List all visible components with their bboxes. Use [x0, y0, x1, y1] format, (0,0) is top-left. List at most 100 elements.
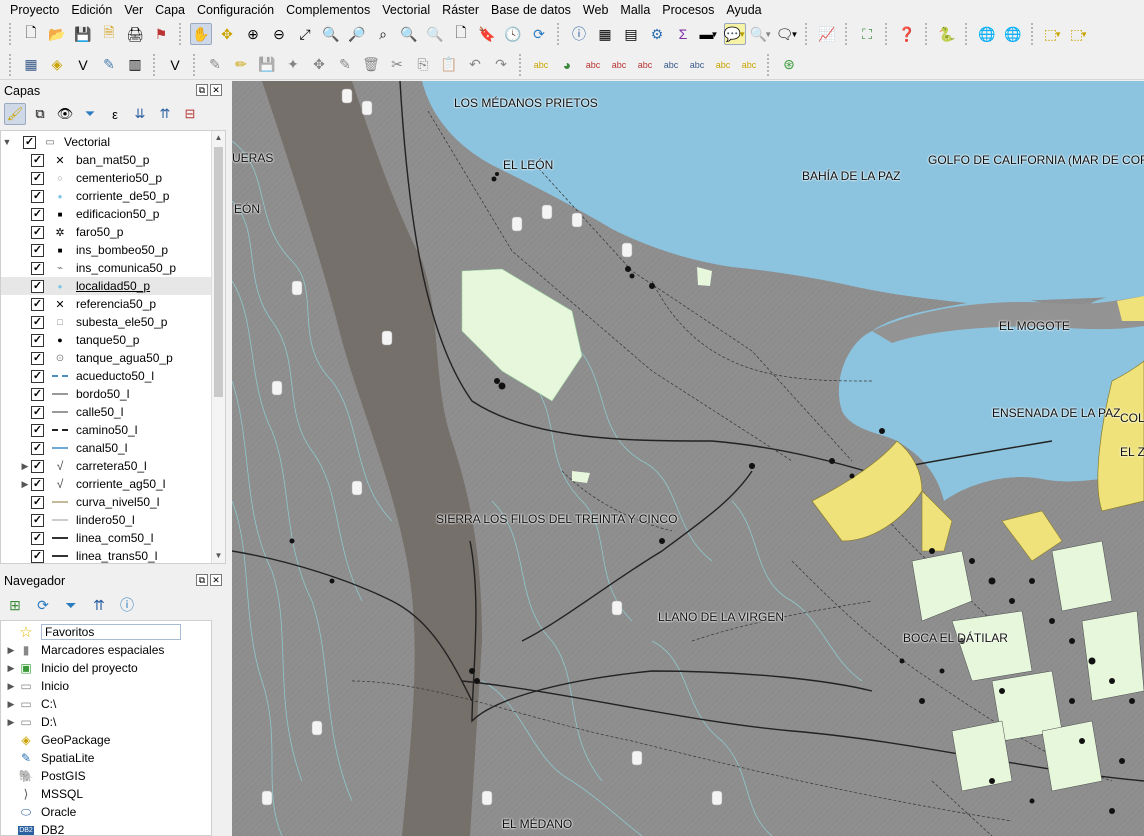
layer-row-lindero50_l[interactable]: ✓ lindero50_l	[1, 511, 213, 529]
select-features-icon[interactable]: 🔍 ▼	[750, 23, 772, 45]
layer-row-localidad50_p[interactable]: ✓ ● localidad50_p	[1, 277, 213, 295]
save-project-icon[interactable]: 💾	[72, 23, 94, 45]
layer-checkbox[interactable]: ✓	[31, 369, 44, 383]
expand-arrow-icon[interactable]: ▶	[5, 663, 17, 674]
zoom-native-icon[interactable]: ⌕	[372, 23, 394, 45]
map-canvas[interactable]: LOS MÉDANOS PRIETOS EL LEÓN BAHÍA DE LA …	[232, 81, 1144, 836]
statistics-icon[interactable]: Σ	[672, 23, 694, 45]
layer-row-camino50_l[interactable]: ✓ camino50_l	[1, 421, 213, 439]
layer-row-canal50_l[interactable]: ✓ canal50_l	[1, 439, 213, 457]
expand-arrow-icon[interactable]: ▶	[5, 717, 17, 728]
attribute-table-icon[interactable]: ▦	[594, 23, 616, 45]
collapse-all-icon[interactable]: ⇈	[154, 103, 176, 125]
show-hide-labels-icon[interactable]: abc	[634, 54, 656, 76]
browser-item-geopackage[interactable]: ◈ GeoPackage	[1, 731, 211, 749]
copy-features-icon[interactable]: ⎘	[412, 54, 434, 76]
layer-checkbox[interactable]: ✓	[31, 189, 44, 203]
label-toolbar-icon[interactable]: abc	[530, 54, 552, 76]
layer-checkbox[interactable]: ✓	[31, 333, 44, 347]
add-selected-layers-icon[interactable]: ⊞	[4, 594, 26, 616]
menu-configuracion[interactable]: Configuración	[191, 3, 280, 17]
layer-group-vectorial[interactable]: ▼ ✓ ▭ Vectorial	[1, 133, 213, 151]
layer-checkbox[interactable]: ✓	[31, 495, 44, 509]
browser-item-inicio-del-proyecto[interactable]: ▶ ▣ Inicio del proyecto	[1, 659, 211, 677]
layer-row-acueducto50_l[interactable]: ✓ acueducto50_l	[1, 367, 213, 385]
group-checkbox[interactable]: ✓	[23, 135, 36, 149]
refresh-icon[interactable]: ⟳	[32, 594, 54, 616]
diagram-icon[interactable]: ◕	[556, 54, 578, 76]
layer-row-edificacion50_p[interactable]: ✓ ■ edificacion50_p	[1, 205, 213, 223]
browser-item-oracle[interactable]: ⬭ Oracle	[1, 803, 211, 821]
menu-edicion[interactable]: Edición	[65, 3, 118, 17]
zoom-in-icon[interactable]: ⊕	[242, 23, 264, 45]
menu-ver[interactable]: Ver	[118, 3, 149, 17]
layer-checkbox[interactable]: ✓	[31, 513, 44, 527]
temporal-controller-icon[interactable]: 🕓	[502, 23, 524, 45]
web-search-icon[interactable]: 🌐	[1002, 23, 1024, 45]
highlight-label-icon[interactable]: abc	[582, 54, 604, 76]
profile-tool-icon[interactable]: 📈	[816, 23, 838, 45]
menu-raster[interactable]: Ráster	[436, 3, 485, 17]
layer-checkbox[interactable]: ✓	[31, 315, 44, 329]
layer-checkbox[interactable]: ✓	[31, 387, 44, 401]
layer-row-ins_bombeo50_p[interactable]: ✓ ■ ins_bombeo50_p	[1, 241, 213, 259]
menu-vectorial[interactable]: Vectorial	[376, 3, 436, 17]
identify-icon[interactable]: ⓘ	[568, 23, 590, 45]
manage-visibility-icon[interactable]: 👁	[54, 103, 76, 125]
map-tips-icon[interactable]: 💬 ▼	[724, 23, 746, 45]
expand-arrow-icon[interactable]: ▶	[19, 461, 31, 472]
add-feature-icon[interactable]: ✦	[282, 54, 304, 76]
layer-row-ins_comunica50_p[interactable]: ✓ ⌁ ins_comunica50_p	[1, 259, 213, 277]
help-icon[interactable]: ❓	[896, 23, 918, 45]
layer-checkbox[interactable]: ✓	[31, 549, 44, 563]
browser-item-marcadores-espaciales[interactable]: ▶ ▮ Marcadores espaciales	[1, 641, 211, 659]
bookmark-icon[interactable]: 🔖	[476, 23, 498, 45]
add-group-icon[interactable]: ⧉	[29, 103, 51, 125]
cut-features-icon[interactable]: ✂	[386, 54, 408, 76]
data-source-manager-icon[interactable]: ▦	[20, 54, 42, 76]
field-calculator-icon[interactable]: ▤	[620, 23, 642, 45]
menu-capa[interactable]: Capa	[149, 3, 191, 17]
zoom-selection-icon[interactable]: 🔍	[320, 23, 342, 45]
layer-checkbox[interactable]: ✓	[31, 441, 44, 455]
zoom-layer-icon[interactable]: 🔎	[346, 23, 368, 45]
collapse-arrow-icon[interactable]: ▼	[1, 137, 13, 147]
layer-checkbox[interactable]: ✓	[31, 261, 44, 275]
browser-item-mssql[interactable]: ⟩ MSSQL	[1, 785, 211, 803]
layer-checkbox[interactable]: ✓	[31, 405, 44, 419]
annotation-icon[interactable]: 🗨 ▼	[776, 23, 799, 45]
scroll-down-icon[interactable]: ▼	[212, 549, 225, 563]
layer-row-bordo50_l[interactable]: ✓ bordo50_l	[1, 385, 213, 403]
digitize-options-icon[interactable]: ⬚ ▼	[1068, 23, 1090, 45]
layer-row-linea_com50_l[interactable]: ✓ linea_com50_l	[1, 529, 213, 547]
layer-checkbox[interactable]: ✓	[31, 423, 44, 437]
layer-row-ban_mat50_p[interactable]: ✓ ✕ ban_mat50_p	[1, 151, 213, 169]
current-edits-icon[interactable]: ✎	[204, 54, 226, 76]
refresh-icon[interactable]: ⟳	[528, 23, 550, 45]
layout-manager-icon[interactable]: ⚑	[150, 23, 172, 45]
zoom-last-icon[interactable]: 🔍	[398, 23, 420, 45]
change-label-icon[interactable]: abc	[712, 54, 734, 76]
snapping-icon[interactable]: ⬚ ▼	[1042, 23, 1064, 45]
menu-proyecto[interactable]: Proyecto	[4, 3, 65, 17]
layer-checkbox[interactable]: ✓	[31, 243, 44, 257]
zoom-out-icon[interactable]: ⊖	[268, 23, 290, 45]
delete-selected-icon[interactable]: 🗑	[360, 54, 382, 76]
close-panel-icon[interactable]: ✕	[210, 84, 222, 96]
processing-toolbox-icon[interactable]: ⚙	[646, 23, 668, 45]
expand-all-icon[interactable]: ⇊	[129, 103, 151, 125]
expand-arrow-icon[interactable]: ▶	[5, 681, 17, 692]
layer-row-linea_trans50_l[interactable]: ✓ linea_trans50_l	[1, 547, 213, 563]
expand-arrow-icon[interactable]: ▶	[19, 479, 31, 490]
browser-item-db2[interactable]: DB2 DB2	[1, 821, 211, 835]
expand-arrow-icon[interactable]: ▶	[5, 699, 17, 710]
add-delimited-icon[interactable]: ✎	[98, 54, 120, 76]
browser-item-d-[interactable]: ▶ ▭ D:\	[1, 713, 211, 731]
layer-row-corriente_de50_p[interactable]: ✓ ● corriente_de50_p	[1, 187, 213, 205]
filter-legend-icon[interactable]: ⏷	[79, 103, 101, 125]
layer-checkbox[interactable]: ✓	[31, 207, 44, 221]
layer-row-carretera50_l[interactable]: ▶ ✓ √ carretera50_l	[1, 457, 213, 475]
layer-checkbox[interactable]: ✓	[31, 531, 44, 545]
browser-item-postgis[interactable]: 🐘 PostGIS	[1, 767, 211, 785]
layer-row-corriente_ag50_l[interactable]: ▶ ✓ √ corriente_ag50_l	[1, 475, 213, 493]
